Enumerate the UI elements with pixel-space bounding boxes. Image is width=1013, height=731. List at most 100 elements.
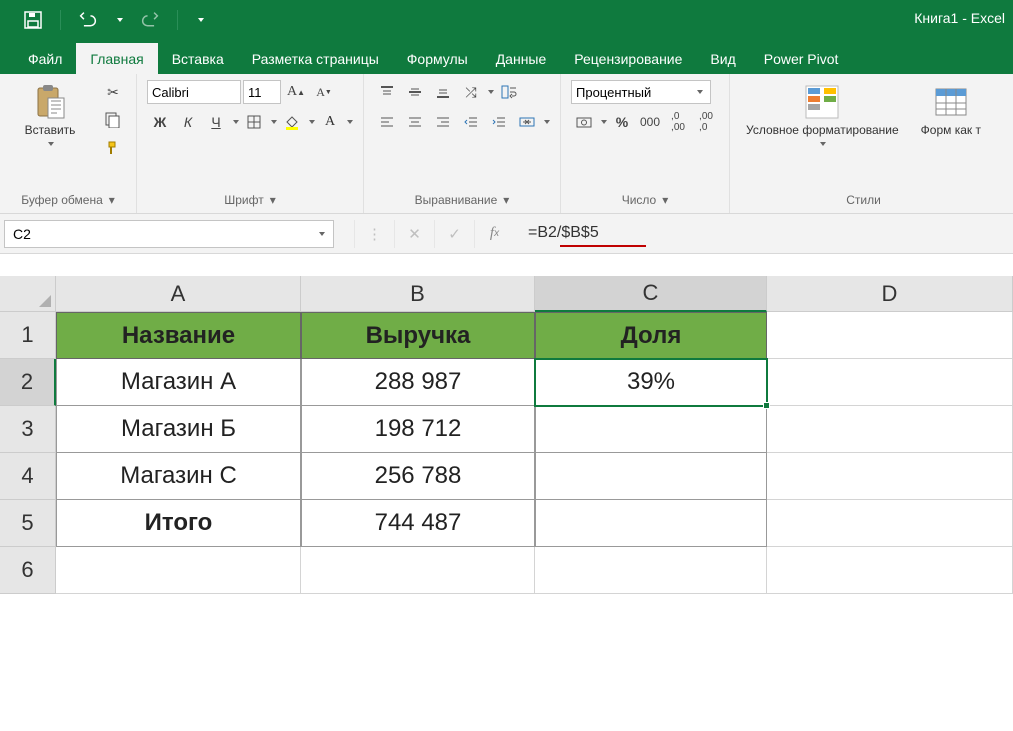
cell-D2[interactable] [767,359,1013,406]
align-bottom-button[interactable] [430,80,456,104]
cell-D1[interactable] [767,312,1013,359]
merge-dropdown-icon[interactable] [544,120,550,124]
cell-A2[interactable]: Магазин А [56,359,301,406]
format-painter-button[interactable] [100,136,126,160]
fill-color-button[interactable] [279,110,305,134]
cond-format-dropdown-icon[interactable] [820,142,826,146]
wrap-text-button[interactable] [496,80,522,104]
font-family-select[interactable] [147,80,241,104]
row-header-4[interactable]: 4 [0,453,56,500]
dialog-launcher-icon[interactable]: ▾ [503,193,509,207]
row-header-3[interactable]: 3 [0,406,56,453]
undo-icon[interactable] [79,11,97,29]
align-right-button[interactable] [430,110,456,134]
row-header-2[interactable]: 2 [0,359,56,406]
cell-C1[interactable]: Доля [535,312,767,359]
row-header-6[interactable]: 6 [0,547,56,594]
row-header-5[interactable]: 5 [0,500,56,547]
name-box[interactable]: C2 [4,220,334,248]
cell-D5[interactable] [767,500,1013,547]
tab-data[interactable]: Данные [482,43,561,74]
cell-C5[interactable] [535,500,767,547]
cell-D6[interactable] [767,547,1013,594]
tab-home[interactable]: Главная [76,43,157,74]
tab-review[interactable]: Рецензирование [560,43,696,74]
cell-D3[interactable] [767,406,1013,453]
tab-view[interactable]: Вид [696,43,749,74]
cell-A1[interactable]: Название [56,312,301,359]
cell-B3[interactable]: 198 712 [301,406,535,453]
redo-icon[interactable] [141,11,159,29]
col-header-D[interactable]: D [767,276,1013,312]
col-header-A[interactable]: A [56,276,301,312]
decrease-decimal-button[interactable]: ,00,0 [693,110,719,134]
copy-button[interactable] [100,108,126,132]
cell-B1[interactable]: Выручка [301,312,535,359]
paste-button[interactable]: Вставить [10,80,90,150]
orientation-dropdown-icon[interactable] [488,90,494,94]
align-left-button[interactable] [374,110,400,134]
align-top-button[interactable] [374,80,400,104]
merge-center-button[interactable] [514,110,540,134]
font-color-button[interactable]: A [317,110,343,134]
tab-file[interactable]: Файл [14,43,76,74]
italic-button[interactable]: К [175,110,201,134]
cell-A5[interactable]: Итого [56,500,301,547]
cell-C2[interactable]: 39% [535,359,767,406]
cell-B6[interactable] [301,547,535,594]
dialog-launcher-icon[interactable]: ▾ [662,193,668,207]
fontcolor-dropdown-icon[interactable] [347,120,353,124]
col-header-C[interactable]: C [535,276,767,312]
underline-button[interactable]: Ч [203,110,229,134]
tab-page-layout[interactable]: Разметка страницы [238,43,393,74]
undo-dropdown-icon[interactable] [117,18,123,22]
save-icon[interactable] [24,11,42,29]
increase-decimal-button[interactable]: ,0,00 [665,110,691,134]
currency-dropdown-icon[interactable] [601,120,607,124]
increase-indent-button[interactable] [486,110,512,134]
orientation-button[interactable]: ⤮ [458,80,484,104]
cell-C6[interactable] [535,547,767,594]
borders-button[interactable] [241,110,267,134]
conditional-formatting-button[interactable]: Условное форматирование [740,80,905,150]
align-middle-button[interactable] [402,80,428,104]
cell-A4[interactable]: Магазин С [56,453,301,500]
paste-dropdown-icon[interactable] [48,142,54,146]
confirm-formula-button[interactable]: ✓ [434,220,474,248]
row-header-1[interactable]: 1 [0,312,56,359]
cut-button[interactable]: ✂ [100,80,126,104]
cell-B5[interactable]: 744 487 [301,500,535,547]
grow-font-button[interactable]: A▲ [283,80,309,104]
format-as-table-button[interactable]: Форм как т [915,80,987,142]
shrink-font-button[interactable]: A▼ [311,80,337,104]
underline-dropdown-icon[interactable] [233,120,239,124]
accounting-format-button[interactable] [571,110,597,134]
number-format-select[interactable] [571,80,711,104]
cell-C4[interactable] [535,453,767,500]
name-box-dropdown-icon[interactable] [319,232,325,236]
select-all-button[interactable] [0,276,56,312]
cell-C3[interactable] [535,406,767,453]
tab-formulas[interactable]: Формулы [393,43,482,74]
font-size-select[interactable] [243,80,281,104]
dialog-launcher-icon[interactable]: ▾ [270,193,276,207]
comma-button[interactable]: 000 [637,110,663,134]
fill-handle[interactable] [763,402,770,409]
formula-input[interactable] [528,220,1009,248]
cell-A6[interactable] [56,547,301,594]
insert-function-button[interactable]: fx [474,220,514,248]
dialog-launcher-icon[interactable]: ▾ [109,193,115,207]
bold-button[interactable]: Ж [147,110,173,134]
cell-B2[interactable]: 288 987 [301,359,535,406]
tab-insert[interactable]: Вставка [158,43,238,74]
borders-dropdown-icon[interactable] [271,120,277,124]
percent-button[interactable]: % [609,110,635,134]
tab-powerpivot[interactable]: Power Pivot [750,43,853,74]
cell-A3[interactable]: Магазин Б [56,406,301,453]
fill-dropdown-icon[interactable] [309,120,315,124]
cell-D4[interactable] [767,453,1013,500]
decrease-indent-button[interactable] [458,110,484,134]
numfmt-dropdown-icon[interactable] [697,90,703,94]
cancel-formula-button[interactable]: ✕ [394,220,434,248]
col-header-B[interactable]: B [301,276,535,312]
